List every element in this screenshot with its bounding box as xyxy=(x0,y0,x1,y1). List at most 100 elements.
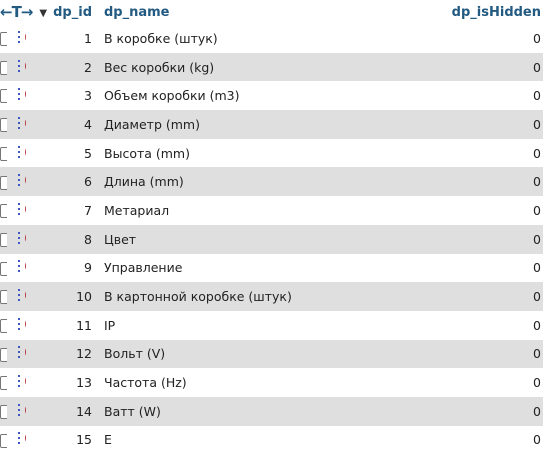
delete-icon xyxy=(24,344,26,360)
table-row: Edit Copy xyxy=(0,282,543,311)
delete-button[interactable]: Delete xyxy=(24,258,26,274)
edit-button[interactable]: Edit xyxy=(11,201,13,217)
delete-icon xyxy=(24,373,26,389)
edit-button[interactable]: Edit xyxy=(11,402,13,418)
edit-button[interactable]: Edit xyxy=(11,58,13,74)
row-checkbox[interactable] xyxy=(0,290,7,305)
copy-icon xyxy=(17,344,20,360)
row-checkbox[interactable] xyxy=(0,175,7,190)
edit-button[interactable]: Edit xyxy=(11,430,13,447)
delete-button[interactable]: Delete xyxy=(24,373,26,389)
table-row: Edit Copy xyxy=(0,396,543,426)
column-header-dp-ishidden[interactable]: dp_isHidden xyxy=(303,0,543,24)
delete-button[interactable]: Delete xyxy=(24,430,26,446)
edit-button[interactable]: Edit xyxy=(11,115,13,131)
delete-button[interactable]: Delete xyxy=(24,58,26,74)
edit-button[interactable]: Edit xyxy=(11,316,13,332)
delete-button[interactable]: Delete xyxy=(24,230,26,246)
cell-dp-id: 15 xyxy=(76,432,92,448)
copy-button[interactable]: Copy xyxy=(17,201,20,217)
copy-icon xyxy=(17,115,20,131)
table-row: Edit Copy xyxy=(0,253,543,283)
cell-dp-ishidden: 0 xyxy=(533,403,541,419)
delete-button[interactable]: Delete xyxy=(24,29,26,45)
row-checkbox[interactable] xyxy=(0,89,7,104)
column-header-dp-id[interactable]: ▼ dp_id xyxy=(26,0,100,24)
delete-icon xyxy=(24,430,26,446)
copy-button[interactable]: Copy xyxy=(17,86,20,102)
copy-button[interactable]: Copy xyxy=(17,29,20,45)
copy-icon xyxy=(17,316,20,332)
copy-button[interactable]: Copy xyxy=(17,287,20,303)
cell-dp-ishidden: 0 xyxy=(533,174,541,190)
delete-icon xyxy=(24,287,26,303)
table-row: Edit Copy xyxy=(0,339,543,369)
edit-button[interactable]: Edit xyxy=(11,344,13,361)
copy-button[interactable]: Copy xyxy=(17,58,20,74)
cell-dp-ishidden: 0 xyxy=(533,231,541,247)
pencil-icon xyxy=(11,144,13,160)
row-checkbox[interactable] xyxy=(0,376,7,391)
row-checkbox[interactable] xyxy=(0,204,7,219)
pencil-icon xyxy=(11,230,13,246)
row-checkbox[interactable] xyxy=(0,32,7,47)
delete-button[interactable]: Delete xyxy=(24,344,26,360)
delete-icon xyxy=(24,172,26,188)
pencil-icon xyxy=(11,115,13,131)
delete-icon xyxy=(24,29,26,45)
copy-button[interactable]: Copy xyxy=(17,258,20,274)
table-body: Edit Copy xyxy=(0,24,543,454)
copy-button[interactable]: Copy xyxy=(17,144,20,160)
edit-button[interactable]: Edit xyxy=(11,287,13,304)
copy-icon xyxy=(17,144,20,160)
edit-button[interactable]: Edit xyxy=(11,172,13,189)
delete-icon xyxy=(24,115,26,131)
delete-button[interactable]: Delete xyxy=(24,402,26,418)
row-checkbox[interactable] xyxy=(0,118,7,133)
cell-dp-id: 12 xyxy=(76,346,92,362)
delete-icon xyxy=(24,58,26,74)
edit-button[interactable]: Edit xyxy=(11,258,13,275)
arrows-icon[interactable]: ←T→ xyxy=(0,3,33,21)
pencil-icon xyxy=(11,258,13,275)
delete-button[interactable]: Delete xyxy=(24,86,26,102)
copy-button[interactable]: Copy xyxy=(17,230,20,246)
copy-icon xyxy=(17,373,20,389)
row-checkbox[interactable] xyxy=(0,405,7,420)
delete-button[interactable]: Delete xyxy=(24,172,26,188)
row-checkbox[interactable] xyxy=(0,146,7,161)
row-checkbox[interactable] xyxy=(0,232,7,247)
table-row: Edit Copy xyxy=(0,110,543,139)
cell-dp-ishidden: 0 xyxy=(533,202,541,218)
column-header-dp-name[interactable]: dp_name xyxy=(100,0,303,24)
table-row: Edit Copy xyxy=(0,24,543,53)
copy-button[interactable]: Copy xyxy=(17,430,20,446)
edit-button[interactable]: Edit xyxy=(11,144,13,160)
copy-button[interactable]: Copy xyxy=(17,344,20,360)
edit-button[interactable]: Edit xyxy=(11,86,13,103)
sort-desc-icon[interactable]: ▼ xyxy=(39,8,47,19)
copy-button[interactable]: Copy xyxy=(17,373,20,389)
delete-button[interactable]: Delete xyxy=(24,287,26,303)
delete-button[interactable]: Delete xyxy=(24,201,26,217)
row-checkbox[interactable] xyxy=(0,347,7,362)
row-checkbox[interactable] xyxy=(0,60,7,75)
row-checkbox[interactable] xyxy=(0,433,7,448)
cell-dp-ishidden: 0 xyxy=(533,289,541,305)
delete-button[interactable]: Delete xyxy=(24,316,26,332)
column-toggle-arrows[interactable]: ←T→ xyxy=(0,0,33,24)
copy-icon xyxy=(17,287,20,303)
row-checkbox[interactable] xyxy=(0,261,7,276)
cell-dp-ishidden: 0 xyxy=(533,145,541,161)
delete-button[interactable]: Delete xyxy=(24,115,26,131)
copy-button[interactable]: Copy xyxy=(17,115,20,131)
row-checkbox[interactable] xyxy=(0,318,7,333)
copy-button[interactable]: Copy xyxy=(17,316,20,332)
copy-button[interactable]: Copy xyxy=(17,172,20,188)
edit-button[interactable]: Edit xyxy=(11,230,13,246)
edit-button[interactable]: Edit xyxy=(11,29,13,45)
delete-button[interactable]: Delete xyxy=(24,144,26,160)
edit-button[interactable]: Edit xyxy=(11,373,13,390)
copy-button[interactable]: Copy xyxy=(17,402,20,418)
cell-dp-id: 1 xyxy=(84,30,92,46)
